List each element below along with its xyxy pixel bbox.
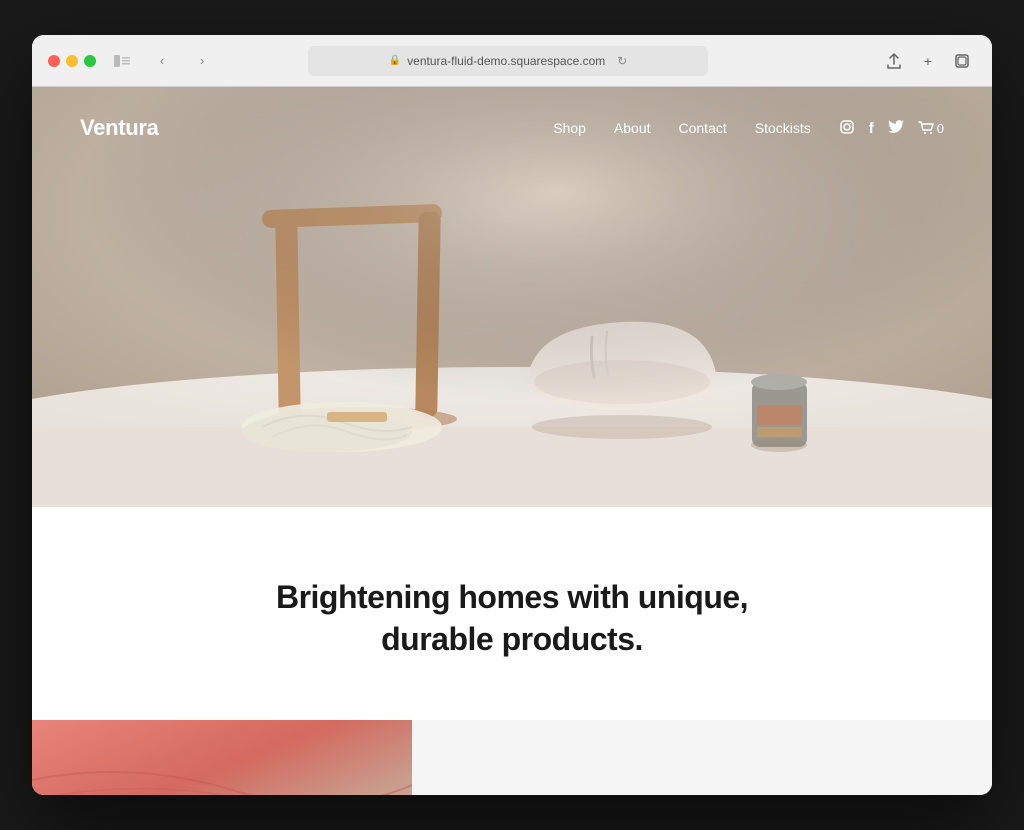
twitter-icon[interactable] [888,120,904,137]
hero-section: Ventura Shop About Contact Stockists [32,87,992,507]
site-navigation: Ventura Shop About Contact Stockists [32,87,992,169]
share-button[interactable] [880,47,908,75]
cart-icon[interactable]: 0 [918,121,944,136]
tagline-line1: Brightening homes with unique, [276,579,748,615]
nav-about[interactable]: About [614,120,651,136]
cart-count: 0 [937,121,944,136]
url-text: ventura-fluid-demo.squarespace.com [407,54,605,68]
lock-icon: 🔒 [389,55,401,66]
minimize-button[interactable] [66,55,78,67]
traffic-lights [48,55,96,67]
refresh-button[interactable]: ↻ [617,54,627,68]
facebook-icon[interactable]: f [869,120,874,137]
tagline: Brightening homes with unique, durable p… [72,577,952,660]
product-preview[interactable] [32,720,412,795]
nav-stockists[interactable]: Stockists [755,120,811,136]
site-logo[interactable]: Ventura [80,115,159,141]
browser-window: ‹ › 🔒 ventura-fluid-demo.squarespace.com… [32,35,992,795]
instagram-icon[interactable] [839,119,855,138]
social-icons: f [839,119,944,138]
maximize-button[interactable] [84,55,96,67]
new-tab-button[interactable]: + [914,47,942,75]
tabs-button[interactable] [948,47,976,75]
browser-chrome: ‹ › 🔒 ventura-fluid-demo.squarespace.com… [32,35,992,87]
site-menu: Shop About Contact Stockists [553,119,944,138]
website-content: Ventura Shop About Contact Stockists [32,87,992,795]
tagline-section: Brightening homes with unique, durable p… [32,507,992,720]
bottom-section: Featured Create A Site Like This Free tr… [32,720,992,795]
back-button[interactable]: ‹ [148,47,176,75]
browser-actions: + [880,47,976,75]
forward-button[interactable]: › [188,47,216,75]
nav-shop[interactable]: Shop [553,120,586,136]
sidebar-toggle[interactable] [108,47,136,75]
nav-contact[interactable]: Contact [679,120,727,136]
tagline-line2: durable products. [381,621,643,657]
address-bar[interactable]: 🔒 ventura-fluid-demo.squarespace.com ↻ [308,46,708,76]
close-button[interactable] [48,55,60,67]
product-image [32,720,412,795]
